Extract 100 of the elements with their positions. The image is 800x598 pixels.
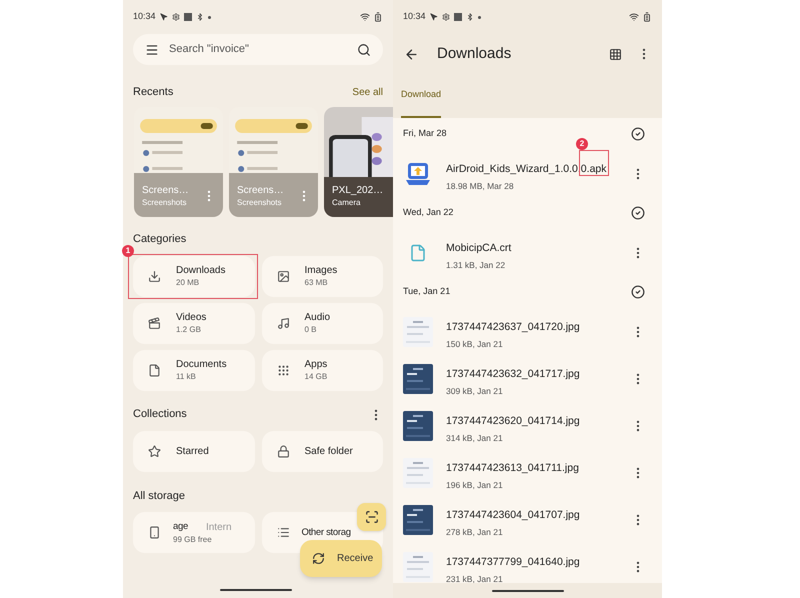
wifi-icon xyxy=(360,12,370,22)
file-row[interactable]: 1737447423632_041717.jpg 309 kB, Jan 21 xyxy=(393,355,662,402)
search-icon[interactable] xyxy=(357,42,371,56)
category-label: Audio xyxy=(304,311,330,324)
storage-label: age xyxy=(173,520,188,534)
scan-icon xyxy=(364,510,378,524)
download-icon xyxy=(148,270,161,282)
category-tile[interactable]: Audio 0 B xyxy=(262,302,383,344)
category-label: Documents xyxy=(176,358,227,371)
category-size: 20 MB xyxy=(176,277,200,288)
square-icon xyxy=(184,13,192,21)
category-tile[interactable]: Images 63 MB xyxy=(262,256,383,296)
category-size: 0 B xyxy=(304,324,318,335)
recent-file-card[interactable]: PXL_202… Camera xyxy=(324,107,393,217)
file-name: 1737447423604_041707.jpg xyxy=(446,508,580,520)
storage-label: Intern xyxy=(206,520,232,534)
file-details: 278 kB, Jan 21 xyxy=(446,526,504,538)
sync-icon xyxy=(312,552,325,565)
search-placeholder: Search "invoice" xyxy=(169,42,250,58)
image-icon xyxy=(276,270,290,282)
file-row[interactable]: 1737447377799_041640.jpg 231 kB, Jan 21 xyxy=(393,543,662,583)
home-indicator xyxy=(492,590,564,592)
file-details: 314 kB, Jan 21 xyxy=(446,432,504,444)
check-circle-icon[interactable] xyxy=(631,206,645,220)
check-circle-icon[interactable] xyxy=(631,127,645,141)
file-row[interactable]: 1737447423613_041711.jpg 196 kB, Jan 21 xyxy=(393,449,662,496)
category-label: Downloads xyxy=(176,264,226,277)
document-icon xyxy=(148,364,161,376)
callout-badge: 2 xyxy=(576,138,588,150)
file-details: 18.98 MB, Mar 28 xyxy=(446,180,515,192)
category-size: 14 GB xyxy=(304,371,328,382)
date-header: Fri, Mar 28 xyxy=(403,127,447,140)
file-row[interactable]: 1737447423604_041707.jpg 278 kB, Jan 21 xyxy=(393,496,662,543)
file-row[interactable]: 1737447423620_041714.jpg 314 kB, Jan 21 xyxy=(393,402,662,449)
gear-icon xyxy=(442,13,450,21)
see-all-link[interactable]: See all xyxy=(352,84,383,100)
star-icon xyxy=(148,444,161,458)
category-label: Apps xyxy=(304,358,328,371)
bluetooth-icon xyxy=(466,13,474,21)
wifi-icon xyxy=(629,12,639,22)
collection-label: Safe folder xyxy=(304,444,353,458)
menu-icon[interactable] xyxy=(145,42,159,56)
music-note-icon xyxy=(276,316,290,330)
category-tile[interactable]: Videos 1.2 GB xyxy=(133,302,254,344)
lock-icon xyxy=(276,444,290,458)
collection-tile[interactable]: Safe folder xyxy=(262,430,383,472)
recent-file-name: Screens… xyxy=(237,185,284,197)
tab[interactable]: Download xyxy=(401,74,442,118)
recent-file-source: Screenshots xyxy=(237,197,282,208)
category-label: Videos xyxy=(176,311,206,324)
check-circle-icon[interactable] xyxy=(631,285,645,299)
recent-file-source: Camera xyxy=(332,197,362,208)
category-size: 1.2 GB xyxy=(176,324,202,335)
status-time: 10:34 xyxy=(403,10,426,24)
gear-icon xyxy=(172,13,180,21)
back-icon[interactable] xyxy=(404,46,419,62)
file-details: 231 kB, Jan 21 xyxy=(446,572,504,583)
section-title: Recents xyxy=(133,84,174,100)
recent-file-source: Screenshots xyxy=(142,197,188,208)
collection-tile[interactable]: Starred xyxy=(133,430,254,472)
phone-icon xyxy=(148,526,161,539)
navigation-icon xyxy=(430,13,438,21)
app-icon xyxy=(405,160,431,186)
film-icon xyxy=(148,316,161,330)
category-tile[interactable]: Downloads 20 MB xyxy=(133,256,254,296)
search-field[interactable]: Search "invoice" xyxy=(133,34,383,65)
grid-view-icon[interactable] xyxy=(609,48,622,60)
section-title: All storage xyxy=(132,488,186,504)
storage-size: 99 GB free xyxy=(173,534,213,544)
status-time: 10:34 xyxy=(133,10,156,24)
file-details: 1.31 kB, Jan 22 xyxy=(446,258,506,270)
file-details: 196 kB, Jan 21 xyxy=(446,478,504,490)
category-size: 11 kB xyxy=(176,371,197,382)
section-title: Categories xyxy=(132,232,188,247)
callout-badge: 1 xyxy=(122,244,134,256)
category-label: Images xyxy=(304,264,338,277)
category-tile[interactable]: Apps 14 GB xyxy=(262,350,383,390)
file-name: 1737447423632_041717.jpg xyxy=(446,368,580,380)
file-row[interactable]: MobicipCA.crt 1.31 kB, Jan 22 xyxy=(393,229,662,276)
file-name: 1737447423637_041720.jpg xyxy=(446,320,580,332)
scan-button[interactable] xyxy=(357,503,386,531)
date-header: Tue, Jan 21 xyxy=(403,285,450,298)
date-header: Wed, Jan 22 xyxy=(403,206,454,220)
document-icon xyxy=(409,244,427,262)
grid-icon xyxy=(276,364,290,376)
section-title: Collections xyxy=(133,407,187,422)
square-icon xyxy=(454,13,462,21)
file-name: 1737447377799_041640.jpg xyxy=(446,556,580,568)
file-details: 150 kB, Jan 21 xyxy=(446,338,504,350)
storage-tile[interactable]: age Intern 99 GB free xyxy=(133,512,254,553)
file-name: 1737447423613_041711.jpg xyxy=(446,462,579,474)
category-tile[interactable]: Documents 11 kB xyxy=(133,350,254,390)
storage-label: Other storag xyxy=(302,527,351,538)
file-details: 309 kB, Jan 21 xyxy=(446,384,504,396)
battery-icon xyxy=(642,12,652,22)
page-title: Downloads xyxy=(437,44,512,64)
file-row[interactable]: 1737447423637_041720.jpg 150 kB, Jan 21 xyxy=(393,308,662,355)
list-icon xyxy=(276,526,290,539)
home-indicator xyxy=(220,589,292,591)
receive-button[interactable]: Receive xyxy=(300,540,382,577)
